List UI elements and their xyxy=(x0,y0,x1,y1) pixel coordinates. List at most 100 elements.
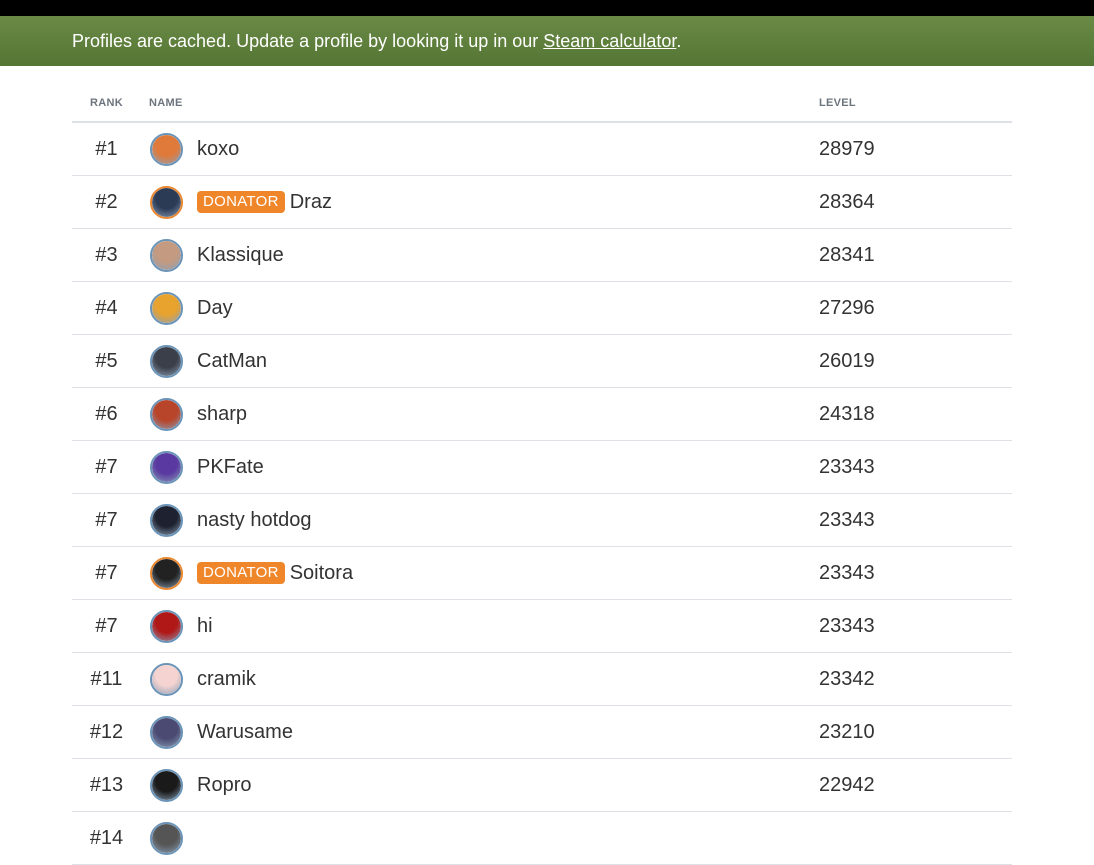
level-cell: 23342 xyxy=(819,668,875,690)
avatar[interactable] xyxy=(150,716,183,749)
rank-cell: #5 xyxy=(95,350,118,372)
level-cell: 23343 xyxy=(819,456,875,478)
player-name-link[interactable]: Ropro xyxy=(197,774,251,796)
player-name-link[interactable]: Day xyxy=(197,297,233,319)
steam-calculator-link[interactable]: Steam calculator xyxy=(543,31,676,51)
table-row[interactable]: #2 DONATOR Draz 28364 xyxy=(72,176,1012,229)
rank-cell: #4 xyxy=(95,297,118,319)
leaderboard-table: RANK NAME LEVEL #1 koxo 28979 #2 DONATOR Draz… xyxy=(72,66,1012,865)
avatar-image xyxy=(152,347,181,376)
name-cell: hi xyxy=(197,600,213,653)
avatar[interactable] xyxy=(150,398,183,431)
avatar[interactable] xyxy=(150,610,183,643)
level-cell: 23343 xyxy=(819,562,875,584)
cache-notice-banner: Profiles are cached. Update a profile by… xyxy=(0,16,1094,66)
player-name-link[interactable]: Warusame xyxy=(197,721,293,743)
table-row[interactable]: #14 xyxy=(72,812,1012,865)
level-cell: 28341 xyxy=(819,244,875,266)
rank-cell: #14 xyxy=(89,827,124,849)
avatar[interactable] xyxy=(150,133,183,166)
rank-cell: #2 xyxy=(95,191,118,213)
table-row[interactable]: #13 Ropro 22942 xyxy=(72,759,1012,812)
table-row[interactable]: #6 sharp 24318 xyxy=(72,388,1012,441)
table-row[interactable]: #7 PKFate 23343 xyxy=(72,441,1012,494)
avatar[interactable] xyxy=(150,504,183,537)
avatar[interactable] xyxy=(150,239,183,272)
name-cell: Day xyxy=(197,282,233,335)
avatar-image xyxy=(152,294,181,323)
avatar-image xyxy=(152,453,181,482)
rank-cell: #1 xyxy=(95,138,118,160)
avatar-image xyxy=(152,400,181,429)
avatar-image xyxy=(152,665,181,694)
level-cell: 27296 xyxy=(819,297,875,319)
rank-cell: #12 xyxy=(89,721,124,743)
name-cell: Klassique xyxy=(197,229,284,282)
avatar-image xyxy=(152,824,181,853)
player-name-link[interactable]: Soitora xyxy=(290,562,353,584)
table-header: RANK NAME LEVEL xyxy=(72,66,1012,123)
name-cell: Ropro xyxy=(197,759,251,812)
avatar[interactable] xyxy=(150,822,183,855)
player-name-link[interactable]: Draz xyxy=(290,191,332,213)
name-cell: Warusame xyxy=(197,706,293,759)
player-name-link[interactable]: cramik xyxy=(197,668,256,690)
name-cell: DONATOR Soitora xyxy=(197,547,353,600)
rank-cell: #3 xyxy=(95,244,118,266)
level-cell: 28979 xyxy=(819,138,875,160)
player-name-link[interactable]: hi xyxy=(197,615,213,637)
name-cell: PKFate xyxy=(197,441,264,494)
name-cell: cramik xyxy=(197,653,256,706)
avatar[interactable] xyxy=(150,292,183,325)
avatar-image xyxy=(152,188,181,217)
player-name-link[interactable]: koxo xyxy=(197,138,239,160)
avatar[interactable] xyxy=(150,186,183,219)
name-cell: CatMan xyxy=(197,335,267,388)
level-cell: 23343 xyxy=(819,615,875,637)
rank-cell: #7 xyxy=(95,509,118,531)
avatar[interactable] xyxy=(150,557,183,590)
avatar-image xyxy=(152,506,181,535)
table-row[interactable]: #5 CatMan 26019 xyxy=(72,335,1012,388)
avatar[interactable] xyxy=(150,769,183,802)
level-cell: 22942 xyxy=(819,774,875,796)
table-row[interactable]: #7 DONATOR Soitora 23343 xyxy=(72,547,1012,600)
rank-cell: #11 xyxy=(90,668,123,690)
table-row[interactable]: #7 nasty hotdog 23343 xyxy=(72,494,1012,547)
player-name-link[interactable]: nasty hotdog xyxy=(197,509,312,531)
table-row[interactable]: #12 Warusame 23210 xyxy=(72,706,1012,759)
rank-cell: #7 xyxy=(95,456,118,478)
level-cell: 23343 xyxy=(819,509,875,531)
player-name-link[interactable]: PKFate xyxy=(197,456,264,478)
avatar-image xyxy=(152,718,181,747)
table-row[interactable]: #1 koxo 28979 xyxy=(72,123,1012,176)
avatar-image xyxy=(152,771,181,800)
rank-column-header: RANK xyxy=(90,97,123,109)
table-row[interactable]: #7 hi 23343 xyxy=(72,600,1012,653)
rank-cell: #13 xyxy=(89,774,124,796)
level-cell: 23210 xyxy=(819,721,875,743)
avatar[interactable] xyxy=(150,663,183,696)
donator-badge: DONATOR xyxy=(197,191,285,213)
player-name-link[interactable]: sharp xyxy=(197,403,247,425)
avatar-image xyxy=(152,135,181,164)
rank-cell: #7 xyxy=(95,562,118,584)
name-cell: nasty hotdog xyxy=(197,494,312,547)
level-cell: 24318 xyxy=(819,403,875,425)
name-cell: sharp xyxy=(197,388,247,441)
table-body: #1 koxo 28979 #2 DONATOR Draz 28364 #3 Klassique… xyxy=(72,123,1012,865)
top-black-bar xyxy=(0,0,1094,16)
avatar[interactable] xyxy=(150,451,183,484)
level-cell: 28364 xyxy=(819,191,875,213)
avatar-image xyxy=(152,559,181,588)
avatar-image xyxy=(152,612,181,641)
name-cell: koxo xyxy=(197,123,239,176)
avatar[interactable] xyxy=(150,345,183,378)
player-name-link[interactable]: Klassique xyxy=(197,244,284,266)
rank-cell: #7 xyxy=(95,615,118,637)
player-name-link[interactable]: CatMan xyxy=(197,350,267,372)
table-row[interactable]: #3 Klassique 28341 xyxy=(72,229,1012,282)
table-row[interactable]: #11 cramik 23342 xyxy=(72,653,1012,706)
rank-cell: #6 xyxy=(95,403,118,425)
table-row[interactable]: #4 Day 27296 xyxy=(72,282,1012,335)
